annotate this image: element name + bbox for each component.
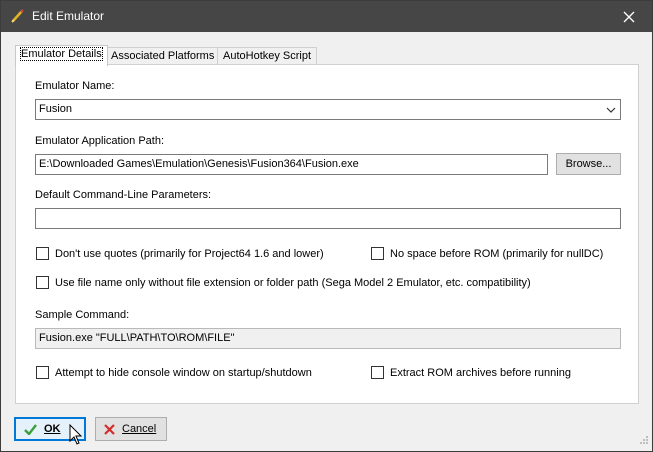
hide-console-checkbox[interactable]: Attempt to hide console window on startu… — [36, 366, 312, 379]
params-label: Default Command-Line Parameters: — [35, 189, 212, 201]
extract-rom-checkbox[interactable]: Extract ROM archives before running — [371, 366, 571, 379]
close-icon[interactable] — [606, 1, 652, 32]
title-bar[interactable]: Edit Emulator — [1, 1, 652, 32]
tab-label: AutoHotkey Script — [223, 50, 312, 62]
filename-only-checkbox[interactable]: Use file name only without file extensio… — [36, 276, 531, 289]
checkbox-box[interactable] — [371, 366, 384, 379]
hide-console-label: Attempt to hide console window on startu… — [55, 366, 312, 379]
chevron-down-icon[interactable] — [606, 105, 616, 117]
no-space-checkbox[interactable]: No space before ROM (primarily for nullD… — [371, 247, 603, 260]
emulator-name-label: Emulator Name: — [35, 80, 115, 92]
emulator-name-combobox[interactable]: Fusion — [35, 99, 621, 120]
emulator-name-value: Fusion — [39, 103, 73, 115]
mouse-cursor-icon — [69, 423, 83, 449]
browse-button[interactable]: Browse... — [556, 153, 621, 175]
tab-autohotkey-script[interactable]: AutoHotkey Script — [217, 47, 318, 65]
sample-command-value: Fusion.exe "FULL\PATH\TO\ROM\FILE" — [39, 332, 235, 344]
close-x-icon — [104, 423, 115, 435]
emulator-details-panel: Emulator Name: Fusion Emulator Applicati… — [15, 64, 639, 404]
checkbox-box[interactable] — [371, 247, 384, 260]
checkbox-box[interactable] — [36, 247, 49, 260]
no-space-label: No space before ROM (primarily for nullD… — [390, 247, 604, 260]
no-quotes-checkbox[interactable]: Don't use quotes (primarily for Project6… — [36, 247, 324, 260]
checkbox-box[interactable] — [36, 276, 49, 289]
cancel-button[interactable]: Cancel — [95, 417, 167, 441]
tab-emulator-details[interactable]: Emulator Details — [15, 45, 108, 66]
app-path-label: Emulator Application Path: — [35, 135, 165, 147]
params-input[interactable] — [35, 208, 621, 229]
filename-only-label: Use file name only without file extensio… — [55, 276, 531, 289]
edit-emulator-dialog: Edit Emulator Emulator Details Associate… — [0, 0, 653, 452]
checkbox-box[interactable] — [36, 366, 49, 379]
app-path-value: E:\Downloaded Games\Emulation\Genesis\Fu… — [39, 158, 359, 170]
checkmark-icon — [24, 423, 37, 435]
ok-label: OK — [44, 423, 61, 435]
window-title: Edit Emulator — [32, 9, 105, 23]
app-path-input[interactable]: E:\Downloaded Games\Emulation\Genesis\Fu… — [35, 154, 548, 175]
no-quotes-label: Don't use quotes (primarily for Project6… — [55, 247, 324, 260]
cancel-label: Cancel — [122, 423, 157, 435]
pencil-icon — [10, 8, 26, 24]
sample-command-label: Sample Command: — [35, 309, 130, 321]
tab-label: Associated Platforms — [111, 50, 215, 62]
sample-command-field: Fusion.exe "FULL\PATH\TO\ROM\FILE" — [35, 328, 621, 349]
tab-associated-platforms[interactable]: Associated Platforms — [105, 47, 221, 65]
tab-label: Emulator Details — [20, 47, 103, 61]
resize-grip-icon[interactable] — [639, 435, 649, 448]
extract-rom-label: Extract ROM archives before running — [390, 366, 571, 379]
